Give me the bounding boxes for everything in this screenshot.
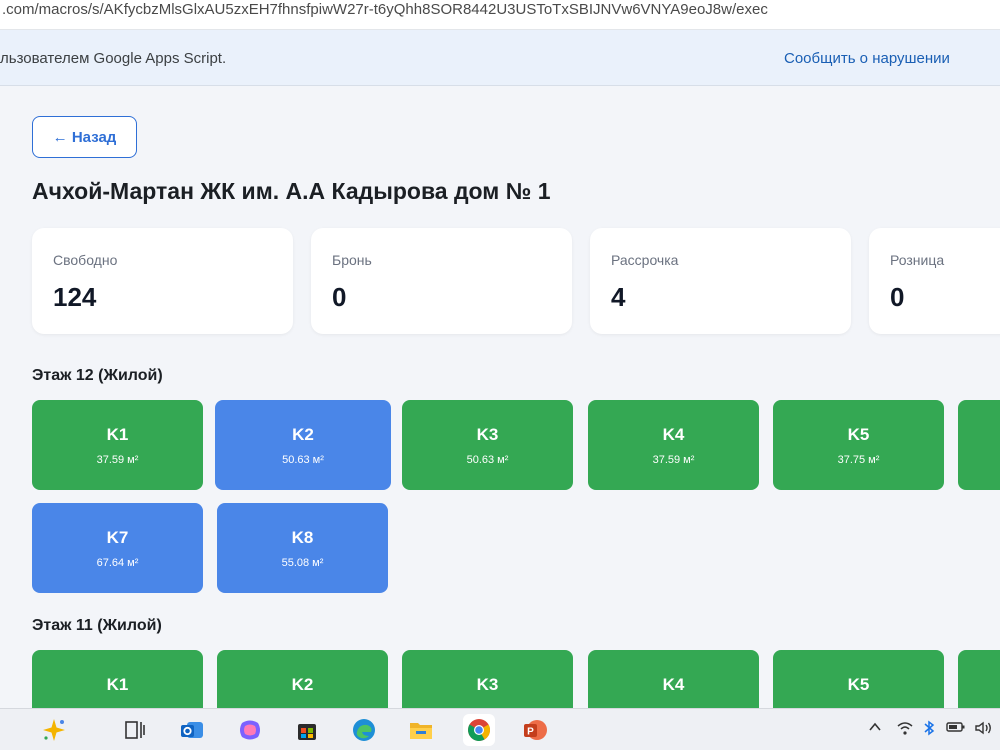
- apartment-area: 37.59 м²: [652, 454, 695, 466]
- page-title: Ачхой-Мартан ЖК им. А.А Кадырова дом № 1: [32, 178, 551, 204]
- address-bar[interactable]: .com/macros/s/AKfycbzMlsGlxAU5zxEH7fhnsf…: [0, 0, 1000, 30]
- stat-card-free: Свободно 124: [32, 228, 293, 334]
- apartment-area: 50.63 м²: [466, 454, 509, 466]
- apartment-area: 50.63 м²: [282, 454, 324, 466]
- main-content: ← Назад Ачхой-Мартан ЖК им. А.А Кадырова…: [0, 86, 1000, 708]
- apartment-number: K1: [106, 675, 129, 694]
- apartment-tile[interactable]: K1: [32, 650, 203, 708]
- store-icon[interactable]: [293, 716, 321, 744]
- floor-title-12: Этаж 12 (Жилой): [32, 367, 163, 384]
- back-button-label: ← Назад: [52, 128, 117, 146]
- stat-card-booked: Бронь 0: [311, 228, 572, 334]
- apartment-number: K1: [106, 425, 129, 444]
- stat-card-installment: Рассрочка 4: [590, 228, 851, 334]
- apartment-number: K5: [847, 425, 870, 444]
- banner-text: льзователем Google Apps Script.: [0, 50, 227, 67]
- apartment-number: K2: [292, 425, 314, 444]
- apartment-number: K5: [847, 675, 870, 694]
- report-abuse-link[interactable]: Сообщить о нарушении: [784, 50, 950, 67]
- outlook-icon[interactable]: [178, 716, 206, 744]
- floor-title-11: Этаж 11 (Жилой): [32, 617, 162, 634]
- apartment-area: 37.59 м²: [96, 454, 139, 466]
- apartment-tile[interactable]: K5 37.75 м²: [773, 400, 944, 490]
- apartment-tile[interactable]: K2: [217, 650, 388, 708]
- apartment-number: K3: [476, 675, 499, 694]
- volume-icon[interactable]: [974, 720, 994, 739]
- stat-label: Рассрочка: [611, 252, 679, 268]
- powerpoint-icon[interactable]: P: [521, 716, 549, 744]
- apartment-area: 37.75 м²: [837, 454, 880, 466]
- stat-label: Свободно: [53, 252, 118, 268]
- apartment-tile-partial[interactable]: [958, 400, 1000, 490]
- copilot-sparkle-icon[interactable]: [40, 716, 68, 744]
- apartment-number: K8: [291, 528, 314, 547]
- copilot-icon[interactable]: [236, 716, 264, 744]
- apartment-number: K4: [662, 675, 685, 694]
- apartment-number: K7: [106, 528, 129, 547]
- edge-icon[interactable]: [350, 716, 378, 744]
- apartment-number: K2: [291, 675, 314, 694]
- back-button[interactable]: ← Назад: [32, 116, 137, 158]
- stat-value: 0: [332, 282, 347, 312]
- apartment-tile[interactable]: K3: [402, 650, 573, 708]
- apartment-tile[interactable]: K1 37.59 м²: [32, 400, 203, 490]
- stat-card-retail: Розница 0: [869, 228, 1000, 334]
- apartment-tile[interactable]: K2 50.63 м²: [215, 400, 391, 490]
- apartment-number: K4: [662, 425, 685, 444]
- bluetooth-icon[interactable]: [922, 720, 936, 739]
- chrome-icon[interactable]: [463, 714, 495, 746]
- file-explorer-icon[interactable]: [407, 716, 435, 744]
- apartment-tile[interactable]: K3 50.63 м²: [402, 400, 573, 490]
- apartment-tile[interactable]: K4: [588, 650, 759, 708]
- apartment-tile-partial[interactable]: [958, 650, 1000, 708]
- apps-script-banner: льзователем Google Apps Script. Сообщить…: [0, 30, 1000, 86]
- stat-value: 4: [611, 282, 626, 312]
- stat-label: Бронь: [332, 252, 372, 268]
- wifi-icon[interactable]: [896, 720, 914, 739]
- chevron-up-icon[interactable]: [868, 720, 882, 737]
- stat-value: 124: [53, 282, 97, 312]
- svg-text:P: P: [527, 727, 534, 738]
- apartment-tile[interactable]: K4 37.59 м²: [588, 400, 759, 490]
- stat-label: Розница: [890, 252, 945, 268]
- apartment-tile[interactable]: K5: [773, 650, 944, 708]
- url-text[interactable]: .com/macros/s/AKfycbzMlsGlxAU5zxEH7fhnsf…: [2, 0, 768, 20]
- apartment-number: K3: [476, 425, 499, 444]
- taskbar: P: [0, 708, 1000, 750]
- task-view-icon[interactable]: [121, 716, 149, 744]
- battery-icon[interactable]: [946, 720, 966, 737]
- apartment-tile[interactable]: K8 55.08 м²: [217, 503, 388, 593]
- apartment-area: 67.64 м²: [96, 557, 139, 569]
- apartment-tile[interactable]: K7 67.64 м²: [32, 503, 203, 593]
- stat-value: 0: [890, 282, 905, 312]
- apartment-area: 55.08 м²: [281, 557, 324, 569]
